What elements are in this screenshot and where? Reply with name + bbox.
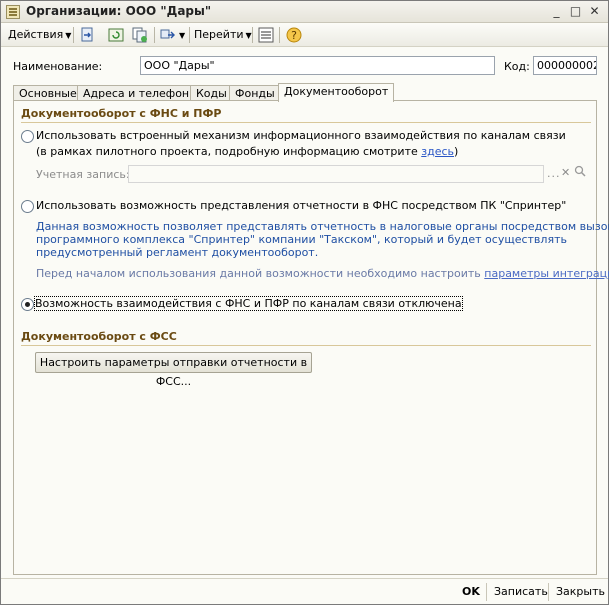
fss-section-title: Документооборот с ФСС — [21, 330, 177, 343]
maximize-button[interactable]: □ — [567, 4, 584, 19]
save-button[interactable]: Записать — [494, 585, 548, 598]
ok-button[interactable]: OK — [462, 585, 480, 598]
option-builtin-radio[interactable] — [21, 130, 34, 143]
account-field[interactable] — [128, 165, 544, 183]
footer-divider — [548, 583, 549, 601]
chevron-down-icon: ▼ — [245, 31, 252, 40]
option-sprinter-desc-line1: Данная возможность позволяет представлят… — [36, 220, 609, 233]
option-sprinter-radio[interactable] — [21, 200, 34, 213]
chevron-down-icon: ▼ — [65, 31, 72, 40]
option-builtin-note: (в рамках пилотного проекта, подробную и… — [36, 145, 458, 158]
code-field[interactable]: 000000002 — [533, 56, 597, 75]
details-link[interactable]: здесь — [421, 145, 454, 158]
form-icon — [6, 5, 20, 19]
copy-icon[interactable] — [131, 26, 149, 44]
refresh-icon[interactable] — [107, 26, 125, 44]
option-sprinter-label[interactable]: Использовать возможность представления о… — [36, 199, 566, 212]
toolbar-divider — [73, 27, 74, 43]
option-sprinter-hint-prefix: Перед началом использования данной возмо… — [36, 267, 485, 280]
name-field[interactable]: ООО "Дары" — [140, 56, 495, 75]
help-icon[interactable]: ? — [285, 26, 303, 44]
section-divider — [21, 345, 591, 346]
doc-arrow-icon[interactable] — [79, 26, 97, 44]
toolbar: Действия ▼ ▼ Перейти ▼ ? — [1, 23, 608, 47]
goto-menu-label: Перейти — [194, 28, 244, 41]
document-flow-panel: Документооборот с ФНС и ПФР Использовать… — [13, 100, 609, 575]
toolbar-divider — [154, 27, 155, 43]
option-sprinter-hint: Перед началом использования данной возмо… — [36, 267, 609, 280]
toolbar-divider — [279, 27, 280, 43]
option-disabled-radio[interactable] — [21, 298, 34, 311]
account-label: Учетная запись: — [36, 168, 130, 181]
organization-window: Организации: ООО "Дары" _ □ ✕ Действия ▼ … — [0, 0, 609, 605]
tab-document-flow[interactable]: Документооборот — [278, 83, 395, 102]
svg-text:?: ? — [291, 29, 297, 42]
actions-menu-label: Действия — [8, 28, 64, 41]
option-disabled-label[interactable]: Возможность взаимодействия с ФНС и ПФР п… — [34, 296, 463, 311]
close-button[interactable]: Закрыть — [556, 585, 605, 598]
code-label: Код: — [504, 60, 530, 73]
structure-dropdown[interactable]: ▼ — [177, 26, 185, 44]
integration-params-link[interactable]: параметры интеграции. — [484, 267, 609, 280]
clear-icon[interactable]: ✕ — [561, 166, 570, 179]
structure-icon[interactable] — [159, 26, 177, 44]
close-window-button[interactable]: ✕ — [586, 4, 603, 19]
search-icon[interactable] — [574, 165, 586, 180]
actions-menu[interactable]: Действия ▼ — [8, 26, 71, 44]
option-builtin-label[interactable]: Использовать встроенный механизм информа… — [36, 129, 566, 142]
chevron-down-icon: ▼ — [179, 31, 186, 40]
bottom-bar: OK Записать Закрыть — [1, 578, 608, 604]
option-sprinter-desc-line2: программного комплекса "Спринтер" компан… — [36, 233, 567, 246]
toolbar-divider — [252, 27, 253, 43]
option-builtin-note-suffix: ) — [454, 145, 459, 158]
name-label: Наименование: — [13, 60, 103, 73]
fss-settings-button[interactable]: Настроить параметры отправки отчетности … — [35, 352, 312, 388]
minimize-button[interactable]: _ — [548, 4, 565, 19]
window-title: Организации: ООО "Дары" — [26, 4, 212, 18]
account-select-button[interactable]: ... — [547, 167, 561, 180]
section-divider — [21, 122, 591, 123]
toolbar-divider — [189, 27, 190, 43]
option-builtin-note-prefix: (в рамках пилотного проекта, подробную и… — [36, 145, 422, 158]
title-bar[interactable]: Организации: ООО "Дары" _ □ ✕ — [1, 1, 608, 23]
goto-menu[interactable]: Перейти ▼ — [194, 26, 252, 44]
fns-section-title: Документооборот с ФНС и ПФР — [21, 107, 222, 120]
option-sprinter-desc-line3: предусмотренный регламент документооборо… — [36, 246, 319, 259]
footer-divider — [486, 583, 487, 601]
list-icon[interactable] — [257, 26, 275, 44]
